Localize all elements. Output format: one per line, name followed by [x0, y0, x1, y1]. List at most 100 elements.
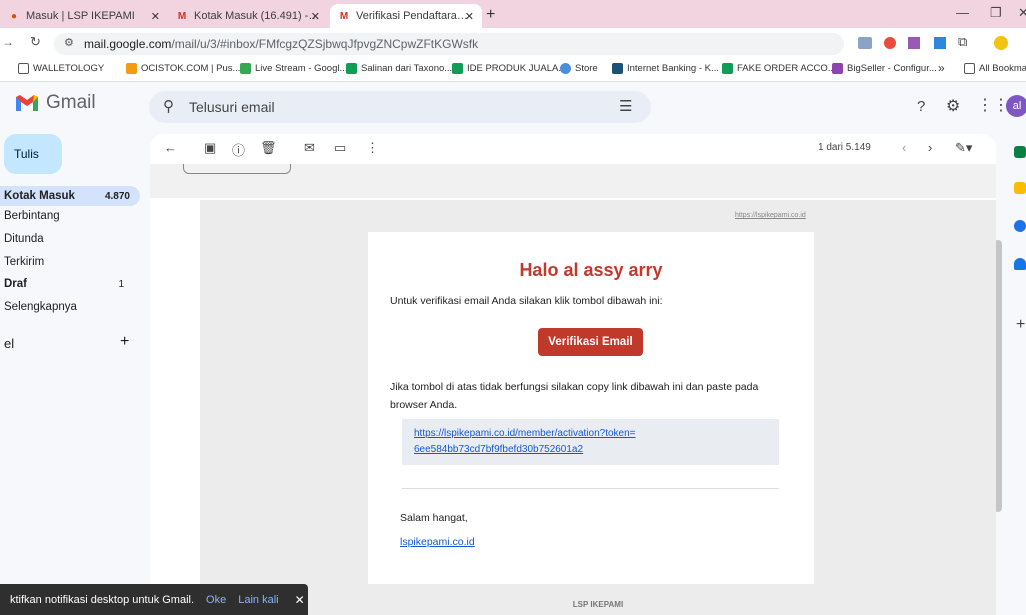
input-tools-icon[interactable]: ✎▾: [955, 140, 972, 156]
avatar-initials: al: [1012, 100, 1022, 112]
extension-icon[interactable]: [908, 37, 920, 49]
tab-title: Masuk | LSP IKEPAMI: [26, 10, 135, 22]
search-options-icon[interactable]: ☰: [619, 97, 632, 115]
store-icon: [560, 63, 571, 74]
extension-icon[interactable]: [934, 37, 946, 49]
more-options-icon[interactable]: ⋮: [366, 140, 379, 156]
gmail-favicon: M: [339, 10, 349, 22]
pagination-text: 1 dari 5.149: [818, 142, 871, 153]
bookmark-item[interactable]: Internet Banking - K...: [612, 63, 719, 74]
bookmark-item[interactable]: BigSeller - Configur...: [832, 63, 937, 74]
snackbar-ok-button[interactable]: Oke: [206, 594, 226, 606]
keep-icon[interactable]: [1014, 182, 1026, 194]
search-placeholder: Telusuri email: [189, 99, 275, 115]
extension-icon[interactable]: [884, 37, 896, 49]
profile-avatar-icon[interactable]: [994, 36, 1008, 50]
new-tab-icon[interactable]: +: [486, 6, 495, 24]
all-bookmarks[interactable]: All Bookmarks: [964, 63, 1026, 74]
gmail-logo[interactable]: Gmail: [14, 92, 96, 114]
bookmark-item[interactable]: Live Stream - Googl...: [240, 63, 347, 74]
nav-count: 1: [118, 278, 124, 290]
address-bar[interactable]: ⚙ mail.google.com/mail/u/3/#inbox/FMfcgz…: [54, 33, 844, 55]
sidebar-item-snoozed[interactable]: Ditunda: [0, 229, 140, 249]
bookmark-item[interactable]: IDE PRODUK JUALA...: [452, 63, 566, 74]
move-to-icon[interactable]: ▭: [334, 140, 346, 156]
window-close-icon[interactable]: ✕: [1018, 5, 1026, 21]
help-icon[interactable]: ?: [917, 98, 925, 115]
extensions-puzzle-icon[interactable]: ⧉: [958, 34, 967, 50]
sidebar-item-drafts[interactable]: Draf 1: [0, 274, 140, 294]
add-addon-icon[interactable]: +: [1016, 316, 1025, 334]
bookmark-label: WALLETOLOGY: [33, 63, 105, 74]
site-link[interactable]: https://lspikepami.co.id: [735, 212, 806, 219]
extension-icon[interactable]: [858, 37, 872, 49]
bookmark-label: Live Stream - Googl...: [255, 63, 348, 74]
bookmark-label: OCISTOK.COM | Pus...: [141, 63, 241, 74]
tab-verifikasi[interactable]: M Verifikasi Pendaftaran - paruhw ✕: [330, 4, 482, 28]
fallback-line: Jika tombol di atas tidak berfungsi sila…: [390, 381, 759, 393]
display-images-button[interactable]: [183, 164, 291, 174]
activation-link[interactable]: 6ee584bb73cd7bf9fbefd30b752601a2: [414, 442, 767, 458]
add-label-icon[interactable]: +: [120, 333, 129, 351]
sidebar-item-inbox[interactable]: Kotak Masuk 4.870: [0, 186, 140, 206]
calendar-icon[interactable]: [1014, 146, 1026, 158]
url-host: mail.google.com: [84, 37, 172, 51]
bookmark-item[interactable]: FAKE ORDER ACCO...: [722, 63, 836, 74]
email-closing: Salam hangat,: [400, 512, 468, 524]
more-bookmarks-icon[interactable]: »: [938, 61, 945, 75]
sidebar-item-more[interactable]: Selengkapnya: [0, 297, 140, 317]
tab-title: Verifikasi Pendaftaran - paruhw: [356, 10, 474, 22]
back-icon[interactable]: ←: [164, 140, 177, 155]
gmail-wordmark: Gmail: [46, 92, 96, 113]
bookmark-item[interactable]: Salinan dari Taxono...: [346, 63, 452, 74]
archive-icon[interactable]: ▣: [204, 140, 216, 156]
contacts-icon[interactable]: [1014, 258, 1026, 270]
folder-icon: [964, 63, 975, 74]
signature-link[interactable]: lspikepami.co.id: [400, 536, 475, 548]
verify-email-button[interactable]: Verifikasi Email: [538, 328, 643, 356]
search-icon[interactable]: ⚲: [163, 97, 174, 115]
close-icon[interactable]: ✕: [151, 10, 160, 23]
gear-icon[interactable]: ⚙: [946, 96, 960, 116]
activation-link[interactable]: https://lspikepami.co.id/member/activati…: [414, 426, 767, 442]
nav-label: Berbintang: [4, 210, 60, 222]
snackbar-later-button[interactable]: Lain kali: [238, 594, 278, 606]
sheets-icon: [722, 63, 733, 74]
newer-icon[interactable]: ‹: [902, 140, 906, 155]
bookmark-item[interactable]: Store: [560, 63, 598, 74]
nav-label: Selengkapnya: [4, 301, 77, 313]
close-icon[interactable]: ✕: [465, 10, 474, 23]
sidebar-item-starred[interactable]: Berbintang: [0, 206, 140, 226]
tab-lsp-login[interactable]: ● Masuk | LSP IKEPAMI ✕: [0, 4, 168, 28]
forward-icon[interactable]: →: [2, 35, 14, 49]
email-card: Halo al assy arry Untuk verifikasi email…: [368, 232, 814, 584]
bookmark-item[interactable]: OCISTOK.COM | Pus...: [126, 63, 240, 74]
gmail-favicon: M: [177, 10, 187, 22]
tasks-icon[interactable]: [1014, 220, 1026, 232]
compose-button[interactable]: Tulis: [4, 134, 62, 174]
ocistok-icon: [126, 63, 137, 74]
search-bar[interactable]: ⚲ Telusuri email ☰: [149, 91, 651, 123]
bookmark-item[interactable]: WALLETOLOGY: [18, 63, 104, 74]
minimize-icon[interactable]: —: [956, 5, 969, 20]
bank-icon: [612, 63, 623, 74]
apps-grid-icon[interactable]: ⋮⋮: [977, 95, 1009, 115]
delete-icon[interactable]: 🗑: [260, 140, 277, 156]
site-info-icon[interactable]: ⚙: [64, 36, 74, 49]
sidebar-item-sent[interactable]: Terkirim: [0, 252, 140, 272]
nav-label: Draf: [4, 278, 28, 290]
restore-icon[interactable]: ❐: [990, 5, 1002, 21]
compose-label: Tulis: [14, 147, 39, 161]
folder-icon: [18, 63, 29, 74]
tab-gmail-inbox[interactable]: M Kotak Masuk (16.491) - alasyary ✕: [168, 4, 328, 28]
report-spam-icon[interactable]: ⓘ: [232, 140, 245, 159]
nav-count: 4.870: [104, 190, 130, 202]
nav-label: Kotak Masuk: [4, 190, 75, 202]
avatar[interactable]: al: [1006, 95, 1026, 117]
divider: [402, 488, 779, 489]
mark-unread-icon[interactable]: ✉: [304, 140, 315, 156]
close-icon[interactable]: ✕: [311, 10, 320, 23]
reload-icon[interactable]: ↻: [30, 34, 41, 50]
older-icon[interactable]: ›: [928, 140, 932, 155]
close-icon[interactable]: ✕: [295, 593, 305, 607]
